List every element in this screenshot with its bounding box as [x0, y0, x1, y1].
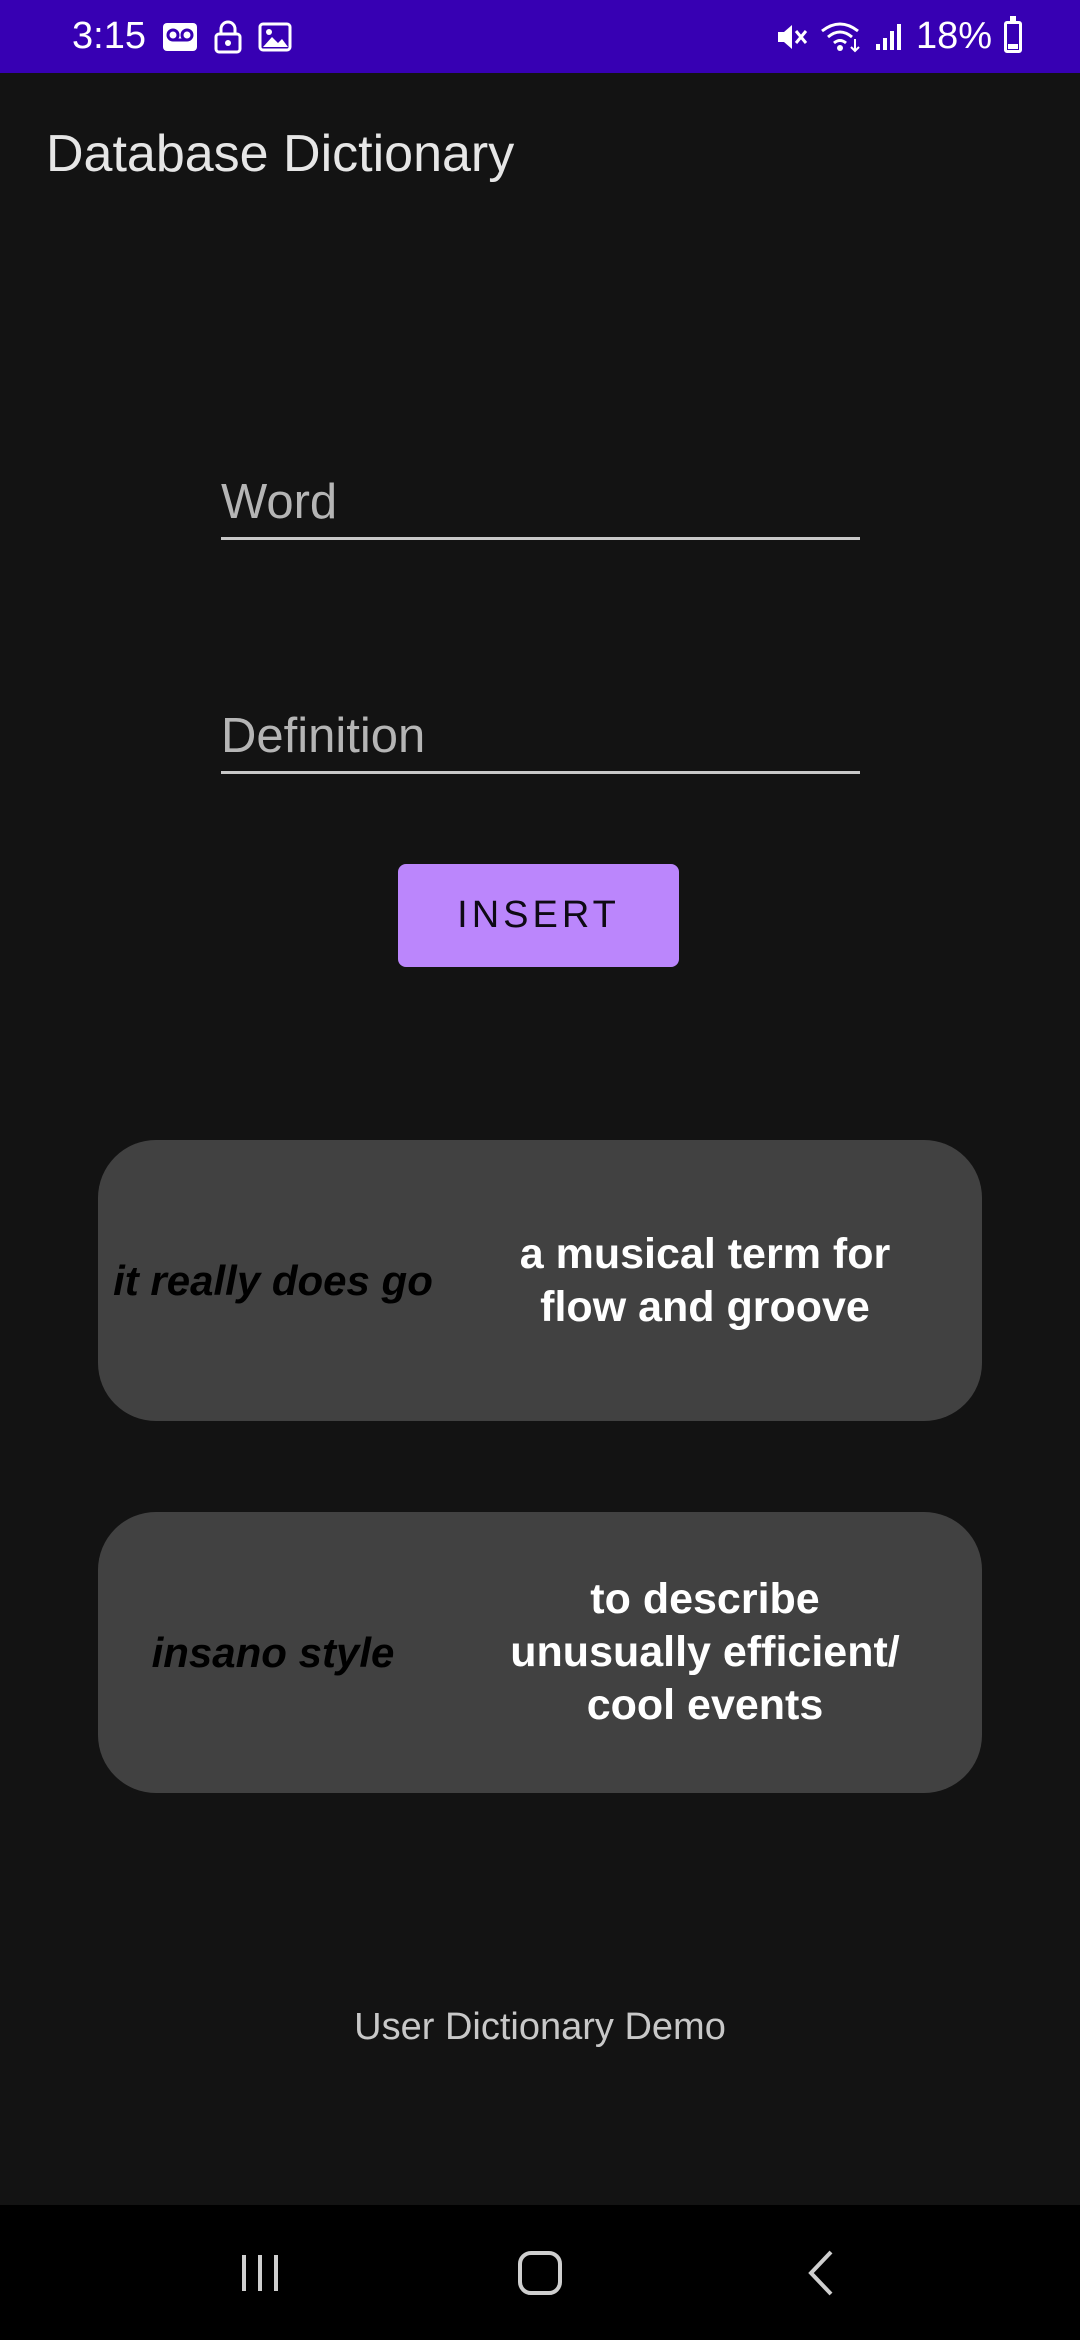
signal-icon	[874, 22, 904, 52]
entry-definition: a musical term for flow and groove	[519, 1229, 891, 1331]
mute-icon	[774, 21, 808, 53]
word-input[interactable]	[221, 444, 860, 537]
footer-text: User Dictionary Demo	[354, 2006, 726, 2048]
status-bar: 3:15 18%	[0, 0, 1080, 73]
status-time: 3:15	[72, 15, 146, 57]
navigation-bar	[0, 2205, 1080, 2340]
battery-icon	[1004, 15, 1022, 53]
status-left: 3:15	[72, 15, 308, 58]
entry-definition: to describe unusually efficient/ cool ev…	[510, 1575, 900, 1729]
recents-icon[interactable]	[210, 2233, 310, 2313]
voicemail-icon	[162, 22, 198, 52]
entry-card[interactable]: insano style to describe unusually effic…	[98, 1512, 982, 1793]
page-title: Database Dictionary	[46, 125, 515, 183]
entry-word: insano style	[151, 1628, 395, 1676]
definition-field[interactable]	[221, 678, 860, 774]
definition-input[interactable]	[221, 678, 860, 771]
back-icon[interactable]	[770, 2233, 870, 2313]
image-icon	[258, 22, 292, 52]
entry-card[interactable]: it really does go a musical term for flo…	[98, 1140, 982, 1421]
lock-icon	[214, 20, 242, 54]
status-right: 18%	[762, 15, 1022, 58]
battery-percent: 18%	[915, 15, 992, 57]
word-field[interactable]	[221, 444, 860, 540]
insert-button[interactable]: INSERT	[398, 864, 679, 967]
wifi-icon	[820, 21, 862, 53]
entry-word: it really does go	[113, 1256, 433, 1304]
home-icon[interactable]	[490, 2233, 590, 2313]
